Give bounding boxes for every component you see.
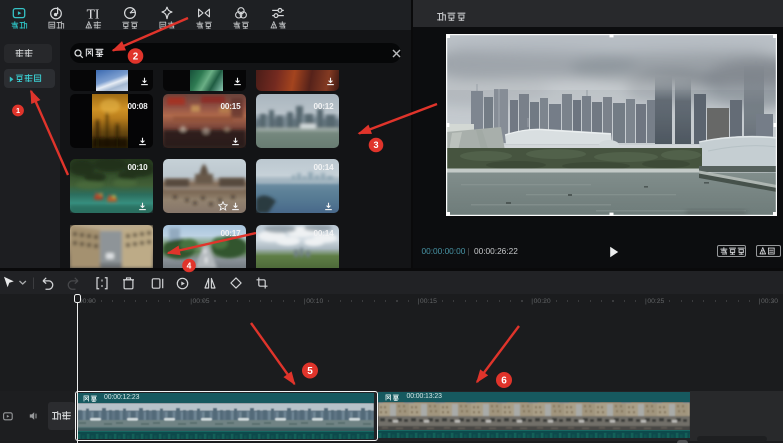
svg-text:2: 2 — [133, 51, 139, 62]
svg-text:1: 1 — [16, 106, 20, 115]
svg-text:3: 3 — [373, 140, 378, 150]
svg-text:4: 4 — [187, 260, 192, 270]
svg-text:5: 5 — [307, 366, 313, 377]
svg-text:6: 6 — [501, 375, 507, 386]
